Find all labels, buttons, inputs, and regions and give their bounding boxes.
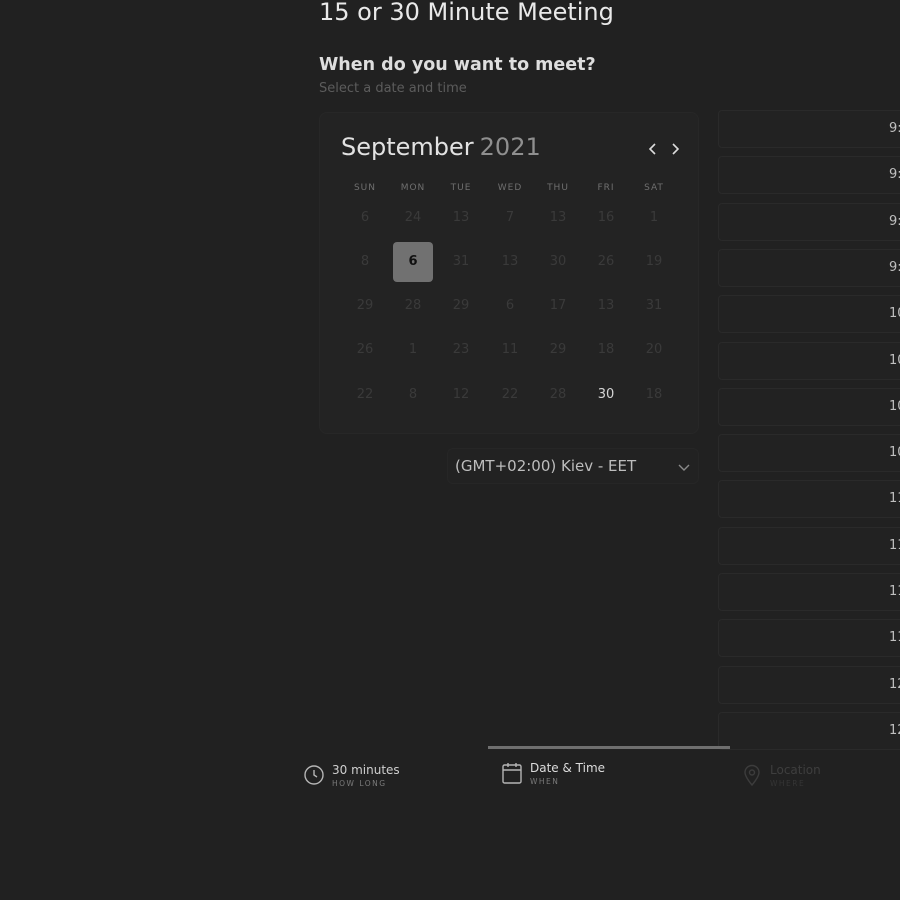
time-slot-button[interactable]: 12:: [718, 711, 900, 750]
time-slot-button[interactable]: 10:: [718, 295, 900, 334]
time-slot-button[interactable]: 11:: [718, 526, 900, 565]
chevron-right-icon: [672, 143, 680, 155]
calendar-day-disabled: 29: [549, 342, 567, 357]
time-slot-label: 11:: [889, 630, 900, 646]
weekday-header: SAT: [644, 183, 664, 193]
calendar-day-disabled: 30: [549, 254, 567, 269]
weekday-header: TUE: [450, 183, 472, 193]
calendar-day-disabled: 19: [645, 254, 663, 269]
calendar-day-disabled: 13: [452, 210, 470, 225]
time-slot-label: 11:: [889, 537, 900, 553]
time-slot-button[interactable]: 10:: [718, 434, 900, 473]
calendar-day-disabled: 13: [501, 254, 519, 269]
calendar-day-disabled: 20: [645, 342, 663, 357]
weekday-header: THU: [547, 183, 569, 193]
step-where-title: Location: [770, 763, 821, 777]
weekday-header: MON: [400, 183, 426, 193]
weekday-header: SUN: [353, 183, 377, 193]
calendar-day-disabled: 22: [356, 387, 374, 402]
time-slot-label: 12:: [889, 722, 900, 738]
timezone-value: (GMT+02:00) Kiev - EET: [455, 457, 637, 475]
calendar-day-disabled: 1: [408, 342, 418, 357]
time-slot-button[interactable]: 9:3: [718, 202, 900, 241]
clock-icon: [303, 763, 325, 789]
time-slot-label: 10:: [889, 352, 900, 368]
calendar-day-disabled: 12: [452, 387, 470, 402]
active-step-indicator: [488, 746, 730, 749]
time-slot-button[interactable]: 11:: [718, 480, 900, 519]
scheduling-page: 15 or 30 Minute Meeting When do you want…: [0, 0, 900, 900]
calendar-day-disabled: 26: [597, 254, 615, 269]
calendar-year: 2021: [479, 133, 541, 161]
step-where-subtitle: WHERE: [770, 779, 806, 788]
time-slot-label: 11:: [889, 491, 900, 507]
time-slot-label: 9:3: [889, 213, 900, 229]
calendar-day-disabled: 28: [549, 387, 567, 402]
previous-month-button[interactable]: [643, 139, 663, 159]
chevron-down-icon: [677, 460, 691, 479]
calendar-day-disabled: 23: [452, 342, 470, 357]
weekday-header: FRI: [597, 183, 615, 193]
calendar-day-disabled: 1: [649, 210, 659, 225]
time-slot-button[interactable]: 10:: [718, 341, 900, 380]
time-slot-label: 12:: [889, 676, 900, 692]
calendar-day-disabled: 18: [645, 387, 663, 402]
calendar-day-disabled: 13: [597, 298, 615, 313]
calendar-day-disabled: 29: [356, 298, 374, 313]
time-slot-label: 10:: [889, 398, 900, 414]
time-slot-button[interactable]: 12:: [718, 665, 900, 704]
time-slot-button[interactable]: 9:: [718, 156, 900, 195]
step-how-long-title: 30 minutes: [332, 763, 400, 777]
calendar-day-disabled: 17: [549, 298, 567, 313]
chevron-left-icon: [648, 143, 656, 155]
calendar-day-disabled: 16: [597, 210, 615, 225]
meeting-title: 15 or 30 Minute Meeting: [319, 0, 614, 26]
section-subheading: Select a date and time: [319, 81, 467, 96]
section-heading: When do you want to meet?: [319, 55, 596, 75]
calendar-day-disabled: 29: [452, 298, 470, 313]
weekday-header: WED: [497, 183, 523, 193]
time-slot-label: 9:4: [889, 259, 900, 275]
calendar-day-disabled: 11: [501, 342, 519, 357]
step-when-title: Date & Time: [530, 761, 606, 775]
time-slot-label: 10:: [889, 306, 900, 322]
time-slot-button[interactable]: 9:4: [718, 248, 900, 287]
timezone-select[interactable]: (GMT+02:00) Kiev - EET: [447, 448, 699, 484]
calendar-day-disabled: 8: [360, 254, 370, 269]
time-slot-label: 10:: [889, 445, 900, 461]
calendar-day-disabled: 26: [356, 342, 374, 357]
next-month-button[interactable]: [665, 139, 685, 159]
calendar-day-disabled: 18: [597, 342, 615, 357]
location-pin-icon: [741, 763, 763, 791]
calendar-month: September: [341, 133, 474, 161]
calendar-day-selected[interactable]: 6: [393, 242, 433, 282]
calendar-day-disabled: 13: [549, 210, 567, 225]
calendar-day-disabled: 28: [404, 298, 422, 313]
calendar-day-disabled: 31: [452, 254, 470, 269]
calendar-day-disabled: 7: [505, 210, 515, 225]
calendar-day-disabled: 8: [408, 387, 418, 402]
calendar-day-disabled: 31: [645, 298, 663, 313]
time-slot-label: 9:: [889, 167, 900, 183]
calendar-day-available[interactable]: 30: [586, 375, 626, 415]
step-when-subtitle: WHEN: [530, 777, 560, 786]
time-slot-button[interactable]: 11:: [718, 619, 900, 658]
time-slot-button[interactable]: 9:: [718, 110, 900, 148]
calendar-day-disabled: 6: [360, 210, 370, 225]
calendar-month-label: September 2021: [341, 133, 541, 161]
calendar-icon: [501, 761, 523, 789]
time-slot-label: 9:: [889, 121, 900, 136]
calendar-day-disabled: 24: [404, 210, 422, 225]
time-slot-label: 11:: [889, 584, 900, 599]
step-how-long-subtitle: HOW LONG: [332, 779, 387, 788]
calendar-day-disabled: 22: [501, 387, 519, 402]
calendar-day-disabled: 6: [505, 298, 515, 313]
time-slot-button[interactable]: 10:: [718, 387, 900, 426]
time-slot-button[interactable]: 11:: [718, 573, 900, 611]
